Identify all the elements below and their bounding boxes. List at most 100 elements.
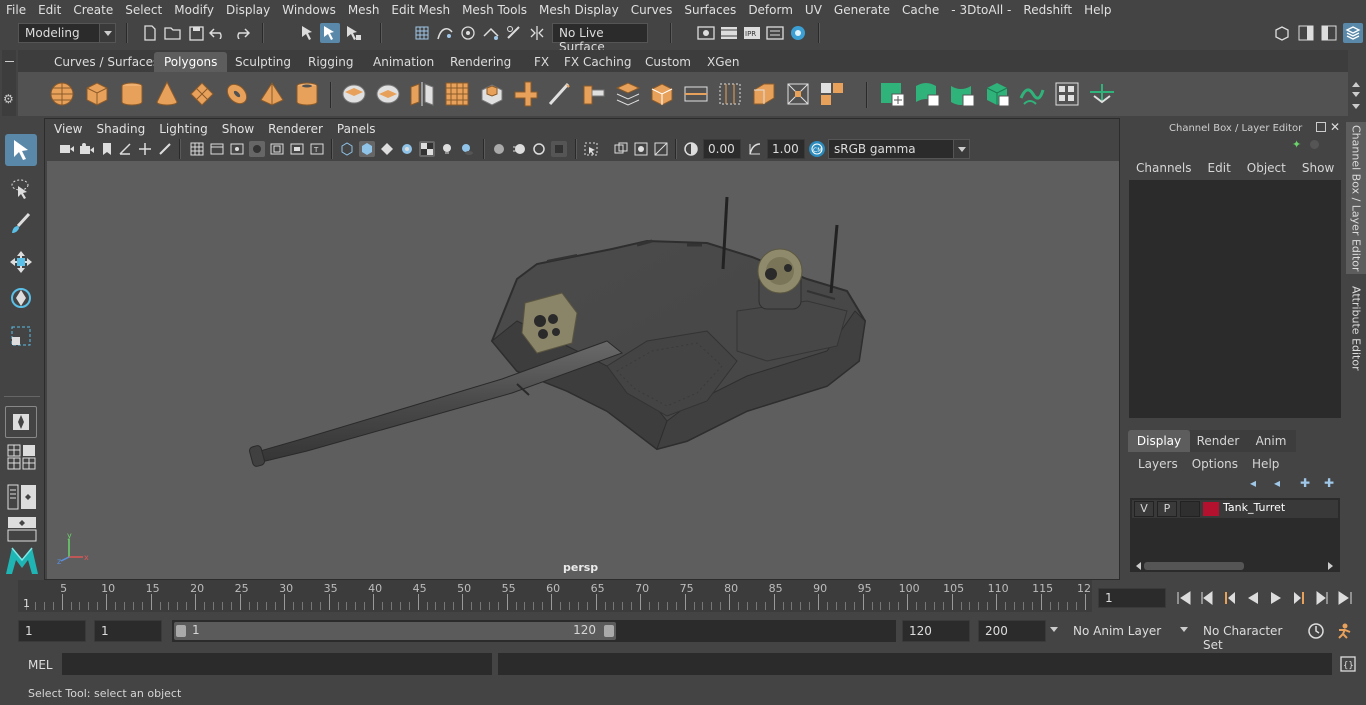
close-icon[interactable]: ✕ — [1330, 120, 1340, 134]
workspace-dropdown[interactable]: Modeling — [18, 23, 116, 43]
step-forward-key-icon[interactable] — [1289, 588, 1309, 608]
lasso-tool-button[interactable] — [5, 172, 37, 204]
symmetry-icon[interactable] — [527, 23, 547, 43]
menu-select[interactable]: Select — [119, 3, 168, 17]
tab-polygons[interactable]: Polygons — [154, 52, 228, 72]
resolution-gate-icon[interactable] — [229, 141, 245, 157]
snap-to-point-icon[interactable] — [458, 23, 478, 43]
backface-culling-icon[interactable] — [653, 141, 669, 157]
safe-action-icon[interactable] — [289, 141, 305, 157]
layer-playback-toggle[interactable]: P — [1157, 501, 1177, 517]
camera-attributes-icon[interactable] — [59, 141, 75, 157]
tab-xgen[interactable]: XGen — [697, 52, 750, 72]
tab-rigging[interactable]: Rigging — [298, 52, 363, 72]
viewport-menu-renderer[interactable]: Renderer — [261, 122, 330, 136]
chevron-left-icon[interactable] — [1132, 562, 1141, 570]
tab-fx-caching[interactable]: FX Caching — [554, 52, 641, 72]
tab-channel-box-layer-editor[interactable]: Channel Box / Layer Editor — [1346, 122, 1366, 274]
wireframe-on-shaded-icon[interactable] — [399, 141, 415, 157]
menu-windows[interactable]: Windows — [276, 3, 342, 17]
shadows-icon[interactable] — [459, 141, 475, 157]
layer-row[interactable]: V P Tank_Turret — [1132, 500, 1338, 518]
menu-uv[interactable]: UV — [799, 3, 828, 17]
image-plane-icon[interactable] — [117, 141, 133, 157]
target-weld-icon[interactable] — [784, 80, 812, 108]
merge-icon[interactable] — [750, 80, 778, 108]
tab-sculpting[interactable]: Sculpting — [225, 52, 301, 72]
viewport-menu-shading[interactable]: Shading — [89, 122, 152, 136]
menu-redshift[interactable]: Redshift — [1017, 3, 1078, 17]
grid-icon[interactable] — [189, 141, 205, 157]
menu-create[interactable]: Create — [67, 3, 119, 17]
snap-to-grid-icon[interactable] — [412, 23, 432, 43]
make-live-icon[interactable] — [504, 23, 524, 43]
color-management-icon[interactable]: CM — [809, 141, 825, 157]
select-tool-button[interactable] — [5, 134, 37, 166]
poly-pyramid-icon[interactable] — [258, 80, 286, 108]
anti-aliasing-icon[interactable] — [531, 141, 547, 157]
script-editor-icon[interactable]: {} — [1338, 654, 1358, 674]
cylindrical-mapping-icon[interactable] — [948, 80, 976, 108]
poly-cone-icon[interactable] — [153, 80, 181, 108]
viewport-menu-lighting[interactable]: Lighting — [152, 122, 215, 136]
channel-menu-channels[interactable]: Channels — [1128, 161, 1200, 175]
range-slider-track[interactable]: 1 120 — [172, 620, 896, 642]
range-slider-right-grip[interactable] — [604, 625, 614, 637]
shelf-scroll[interactable] — [1348, 72, 1364, 116]
menu-generate[interactable]: Generate — [828, 3, 896, 17]
snap-to-curve-icon[interactable] — [435, 23, 455, 43]
tab-curves-surfaces[interactable]: Curves / Surfaces — [44, 52, 169, 72]
scene-view[interactable]: y x z persp — [47, 161, 1119, 579]
scrollbar-thumb[interactable] — [1144, 562, 1244, 570]
viewport-menu-panels[interactable]: Panels — [330, 122, 383, 136]
layer-menu-options[interactable]: Options — [1185, 457, 1245, 471]
grease-pencil-icon[interactable] — [157, 141, 173, 157]
go-to-start-icon[interactable] — [1174, 588, 1194, 608]
channel-menu-edit[interactable]: Edit — [1200, 161, 1239, 175]
select-by-object-icon[interactable] — [320, 23, 340, 43]
gamma-field[interactable]: 1.00 — [767, 139, 805, 159]
planar-mapping-icon[interactable] — [913, 80, 941, 108]
layout-outliner-persp-icon[interactable] — [7, 484, 37, 510]
depth-of-field-icon[interactable] — [551, 141, 567, 157]
rotate-tool-button[interactable] — [5, 282, 37, 314]
xray-icon[interactable] — [613, 141, 629, 157]
multi-cut-icon[interactable] — [546, 80, 574, 108]
range-slider-handle[interactable]: 1 120 — [174, 622, 616, 640]
tab-animation[interactable]: Animation — [363, 52, 444, 72]
open-scene-icon[interactable] — [163, 23, 183, 43]
gamma-icon[interactable] — [747, 141, 763, 157]
exposure-icon[interactable] — [683, 141, 699, 157]
poly-torus-icon[interactable] — [223, 80, 251, 108]
character-set-dropdown[interactable]: No Character Set — [1196, 620, 1300, 652]
bevel-icon[interactable] — [512, 80, 540, 108]
menu-file[interactable]: File — [0, 3, 32, 17]
fill-hole-icon[interactable] — [614, 80, 642, 108]
gear-icon[interactable]: ⚙ — [3, 92, 14, 106]
new-scene-icon[interactable] — [140, 23, 160, 43]
offset-edge-loop-icon[interactable] — [716, 80, 744, 108]
screen-space-ao-icon[interactable] — [491, 141, 507, 157]
textured-icon[interactable] — [419, 141, 435, 157]
range-slider-left-grip[interactable] — [176, 625, 186, 637]
isolate-select-icon[interactable] — [583, 141, 599, 157]
float-panel-icon[interactable] — [1316, 122, 1326, 132]
viewport-menu-view[interactable]: View — [47, 122, 89, 136]
tab-rendering[interactable]: Rendering — [440, 52, 521, 72]
wireframe-icon[interactable] — [339, 141, 355, 157]
go-to-end-icon[interactable] — [1335, 588, 1355, 608]
layout-quad-views-icon[interactable] — [7, 444, 37, 470]
live-surface-field[interactable]: No Live Surface — [552, 23, 648, 54]
separate-icon[interactable] — [374, 80, 402, 108]
play-backwards-icon[interactable] — [1243, 588, 1263, 608]
select-by-component-icon[interactable] — [343, 23, 363, 43]
gate-mask-icon[interactable] — [249, 141, 265, 157]
command-language-label[interactable]: MEL — [28, 658, 53, 672]
bookmark-icon[interactable] — [99, 141, 115, 157]
poly-plane-icon[interactable] — [188, 80, 216, 108]
layer-display-type-toggle[interactable] — [1180, 501, 1200, 517]
playback-start-field[interactable]: 1 — [94, 620, 162, 642]
append-polygon-icon[interactable] — [648, 80, 676, 108]
chevron-down-icon[interactable] — [1352, 92, 1360, 101]
field-chart-icon[interactable] — [269, 141, 285, 157]
